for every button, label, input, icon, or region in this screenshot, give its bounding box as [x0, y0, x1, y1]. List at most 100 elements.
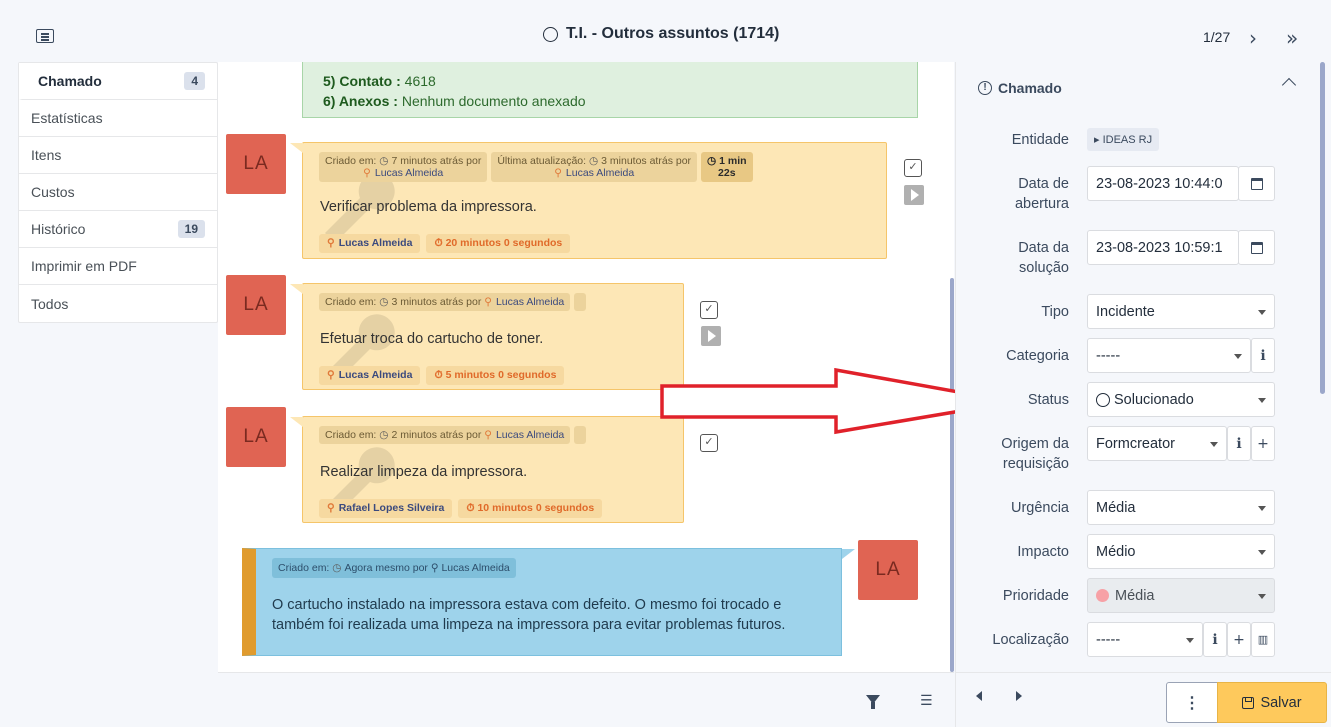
localizacao-label: Localização [992, 632, 1069, 648]
tipo-select[interactable]: Incidente [1087, 294, 1275, 329]
task-assignee: ⚲ Rafael Lopes Silveira [319, 499, 453, 518]
duration-line1: 1 min [719, 155, 747, 167]
task-empty-meta [574, 426, 587, 444]
chevron-down-icon [1186, 638, 1194, 643]
status-circle-icon [543, 26, 558, 42]
task-created-meta: Criado em: ◷ 7 minutos atrás por ⚲ Lucas Al… [319, 152, 488, 182]
tab-label: Histórico [31, 221, 86, 237]
chevron-down-icon [1258, 310, 1266, 315]
categoria-value: ----- [1096, 347, 1121, 364]
play-icon[interactable] [904, 185, 924, 205]
meta-label: Criado em: [278, 562, 330, 574]
timeline: 5) Contato : 4618 6) Anexos : Nenhum doc… [218, 62, 954, 672]
abertura-calendar-button[interactable] [1238, 166, 1275, 201]
avatar[interactable]: LA [226, 134, 286, 194]
localizacao-map-button[interactable]: ▥ [1251, 622, 1275, 657]
tab-todos[interactable]: Todos [19, 285, 217, 322]
task-item: Criado em: ◷ 3 minutos atrás por ⚲ Lucas A… [290, 283, 684, 390]
meta-value: Agora mesmo por [344, 562, 428, 574]
filter-icon[interactable] [866, 695, 880, 709]
panel-header[interactable]: ! Chamado [978, 80, 1062, 96]
ticket-title: T.I. - Outros assuntos (1714) [566, 25, 780, 42]
localizacao-add-button[interactable]: + [1227, 622, 1251, 657]
task-text: Efetuar troca do cartucho de toner. [320, 331, 544, 347]
tab-estatisticas[interactable]: Estatísticas [19, 100, 217, 137]
clock-icon: ◷ [379, 296, 389, 308]
chevron-up-icon[interactable] [1281, 77, 1297, 93]
next-icon[interactable] [1016, 691, 1022, 701]
status-value: Solucionado [1114, 391, 1194, 408]
save-button[interactable]: Salvar [1217, 682, 1327, 723]
meta-author: Lucas Almeida [565, 167, 635, 179]
meta-author: Lucas Almeida [441, 562, 510, 574]
menu-icon[interactable] [36, 29, 54, 43]
tipo-value: Incidente [1096, 303, 1155, 320]
tab-chamado[interactable]: Chamado 4 [19, 63, 217, 100]
categoria-select[interactable]: ----- [1087, 338, 1251, 373]
task-created-meta: Criado em: ◷ 3 minutos atrás por ⚲ Lucas A… [319, 293, 571, 311]
impacto-value: Médio [1096, 543, 1136, 560]
panel-scrollbar[interactable] [1320, 62, 1325, 394]
avatar[interactable]: LA [858, 540, 918, 600]
task-item: Criado em: ◷ 2 minutos atrás por ⚲ Lucas A… [290, 416, 684, 523]
double-chevron-right-icon[interactable]: » [1286, 26, 1298, 50]
urgencia-select[interactable]: Média [1087, 490, 1275, 525]
warning-circle-icon: ! [978, 81, 992, 95]
checkbox-icon[interactable]: ✓ [904, 159, 922, 177]
origem-info-button[interactable]: ℹ [1227, 426, 1251, 461]
prioridade-select[interactable]: Média [1087, 578, 1275, 613]
origem-value: Formcreator [1096, 435, 1175, 452]
user-icon: ⚲ [327, 237, 335, 249]
clock-icon: ◷ [588, 155, 599, 167]
task-created-meta: Criado em: ◷ 2 minutos atrás por ⚲ Lucas A… [319, 426, 571, 444]
save-label: Salvar [1260, 694, 1302, 711]
tab-label: Chamado [38, 73, 102, 89]
avatar[interactable]: LA [226, 275, 286, 335]
origem-add-button[interactable]: + [1251, 426, 1275, 461]
info-icon: ℹ [1236, 435, 1242, 452]
chevron-down-icon [1234, 354, 1242, 359]
solucao-field[interactable]: 23-08-2023 10:59:1 [1087, 230, 1239, 265]
status-select[interactable]: Solucionado [1087, 382, 1275, 417]
meta-author: Lucas Almeida [495, 429, 565, 441]
abertura-field[interactable]: 23-08-2023 10:44:0 [1087, 166, 1239, 201]
map-icon: ▥ [1257, 633, 1269, 646]
timeline-scrollbar[interactable] [950, 278, 954, 672]
tab-label: Itens [31, 147, 62, 163]
tab-itens[interactable]: Itens [19, 137, 217, 174]
categoria-info-button[interactable]: ℹ [1251, 338, 1275, 373]
task-assignee: ⚲ Lucas Almeida [319, 234, 421, 253]
user-icon: ⚲ [430, 562, 439, 574]
user-icon: ⚲ [554, 167, 562, 179]
entidade-value: IDEAS RJ [1102, 134, 1153, 146]
entidade-badge[interactable]: ▸ IDEAS RJ [1087, 128, 1160, 151]
checkbox-icon[interactable]: ✓ [700, 434, 718, 452]
solucao-calendar-button[interactable] [1238, 230, 1275, 265]
localizacao-select[interactable]: ----- [1087, 622, 1203, 657]
play-icon[interactable] [701, 326, 721, 346]
checkbox-icon[interactable]: ✓ [700, 301, 718, 319]
origem-select[interactable]: Formcreator [1087, 426, 1227, 461]
solucao-label: Data da solução [1018, 240, 1069, 276]
tab-imprimir-pdf[interactable]: Imprimir em PDF [19, 248, 217, 285]
entidade-label: Entidade [1011, 132, 1069, 148]
avatar[interactable]: LA [226, 407, 286, 467]
chevron-down-icon [1258, 594, 1266, 599]
previous-icon[interactable] [976, 691, 982, 701]
task-time-value: 10 minutos 0 segundos [477, 502, 595, 514]
more-actions-button[interactable]: ⋮ [1166, 682, 1218, 723]
checklist-icon[interactable]: ☰ [920, 693, 933, 709]
tab-label: Imprimir em PDF [31, 258, 137, 274]
task-updated-meta: Última atualização: ◷ 3 minutos atrás por… [491, 152, 698, 182]
tab-historico[interactable]: Histórico 19 [19, 211, 217, 248]
chevron-right-icon[interactable]: › [1249, 26, 1257, 50]
localizacao-info-button[interactable]: ℹ [1203, 622, 1227, 657]
impacto-select[interactable]: Médio [1087, 534, 1275, 569]
plus-icon: + [1233, 631, 1245, 648]
clock-icon: ◷ [379, 155, 389, 167]
tab-custos[interactable]: Custos [19, 174, 217, 211]
prioridade-value: Média [1115, 587, 1155, 604]
info-icon: ℹ [1260, 347, 1266, 364]
info-icon: ℹ [1212, 631, 1218, 648]
task-time: ⏱ 5 minutos 0 segundos [426, 366, 565, 385]
